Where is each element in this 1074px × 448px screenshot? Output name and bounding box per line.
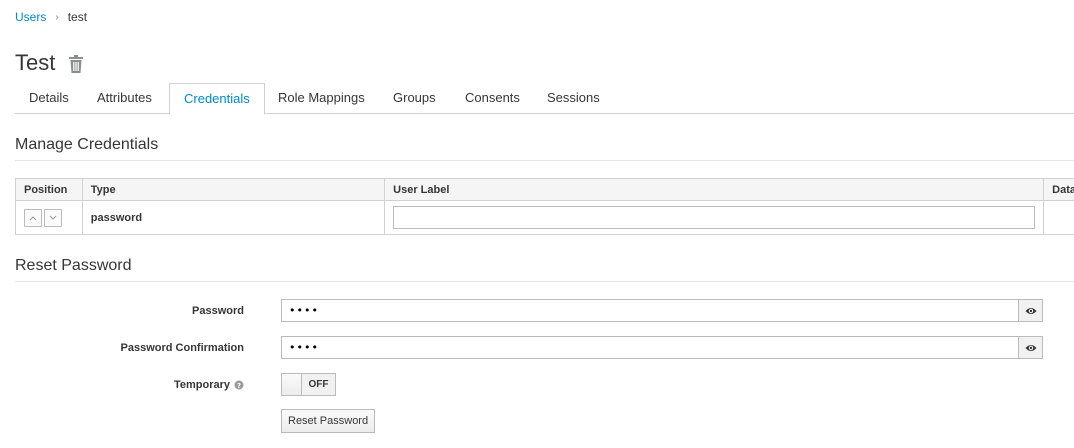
column-header-user-label: User Label [384,178,1045,201]
show-confirmation-button[interactable] [1018,336,1043,359]
tab-groups[interactable]: Groups [379,83,450,114]
user-label-input[interactable] [393,206,1036,229]
credentials-table: Position Type User Label Data password [15,178,1074,235]
temporary-label: Temporary [173,379,230,391]
help-icon[interactable]: ? [234,380,244,390]
column-header-type: Type [81,178,386,201]
tab-sessions[interactable]: Sessions [533,83,614,114]
data-cell [1043,200,1074,235]
breadcrumb-users-link[interactable]: Users [15,10,46,24]
page-title-row: Test [15,50,84,76]
tab-consents[interactable]: Consents [451,83,534,114]
reset-password-title: Reset Password [15,257,1074,282]
tab-role-mappings[interactable]: Role Mappings [264,83,379,114]
password-row: Password [0,299,1074,323]
column-header-data: Data [1043,178,1074,201]
eye-icon [1025,345,1037,351]
temporary-toggle[interactable]: OFF [281,373,336,396]
password-label: Password [192,305,244,317]
position-cell [15,200,83,235]
toggle-state: OFF [302,374,335,395]
column-header-position: Position [15,178,83,201]
tab-details[interactable]: Details [15,83,83,114]
user-label-cell [384,200,1045,235]
page-title: Test [15,50,56,75]
temporary-label-wrap: Temporary ? [174,373,244,397]
trash-icon[interactable] [69,55,84,73]
breadcrumb: Users › test [15,10,87,24]
chevron-down-icon [49,215,57,220]
move-down-button[interactable] [44,208,62,227]
table-row: password [15,200,1074,235]
password-confirmation-input[interactable] [281,336,1019,359]
password-input[interactable] [281,299,1019,322]
breadcrumb-current: test [67,10,88,24]
reset-password-button[interactable]: Reset Password [281,409,376,433]
type-cell: password [81,200,386,235]
tab-credentials[interactable]: Credentials [169,83,265,115]
user-tabs: Details Attributes Credentials Role Mapp… [15,83,1074,115]
show-password-button[interactable] [1018,299,1043,322]
temporary-row: Temporary ? OFF [0,373,1074,397]
password-confirmation-label: Password Confirmation [120,342,244,354]
eye-icon [1025,308,1037,314]
breadcrumb-separator: › [55,11,59,23]
chevron-up-icon [29,215,37,220]
password-confirmation-row: Password Confirmation [0,336,1074,360]
move-up-button[interactable] [24,208,42,227]
svg-text:?: ? [237,382,241,390]
toggle-knob [282,374,302,395]
manage-credentials-title: Manage Credentials [15,136,1074,161]
tab-attributes[interactable]: Attributes [83,83,166,114]
